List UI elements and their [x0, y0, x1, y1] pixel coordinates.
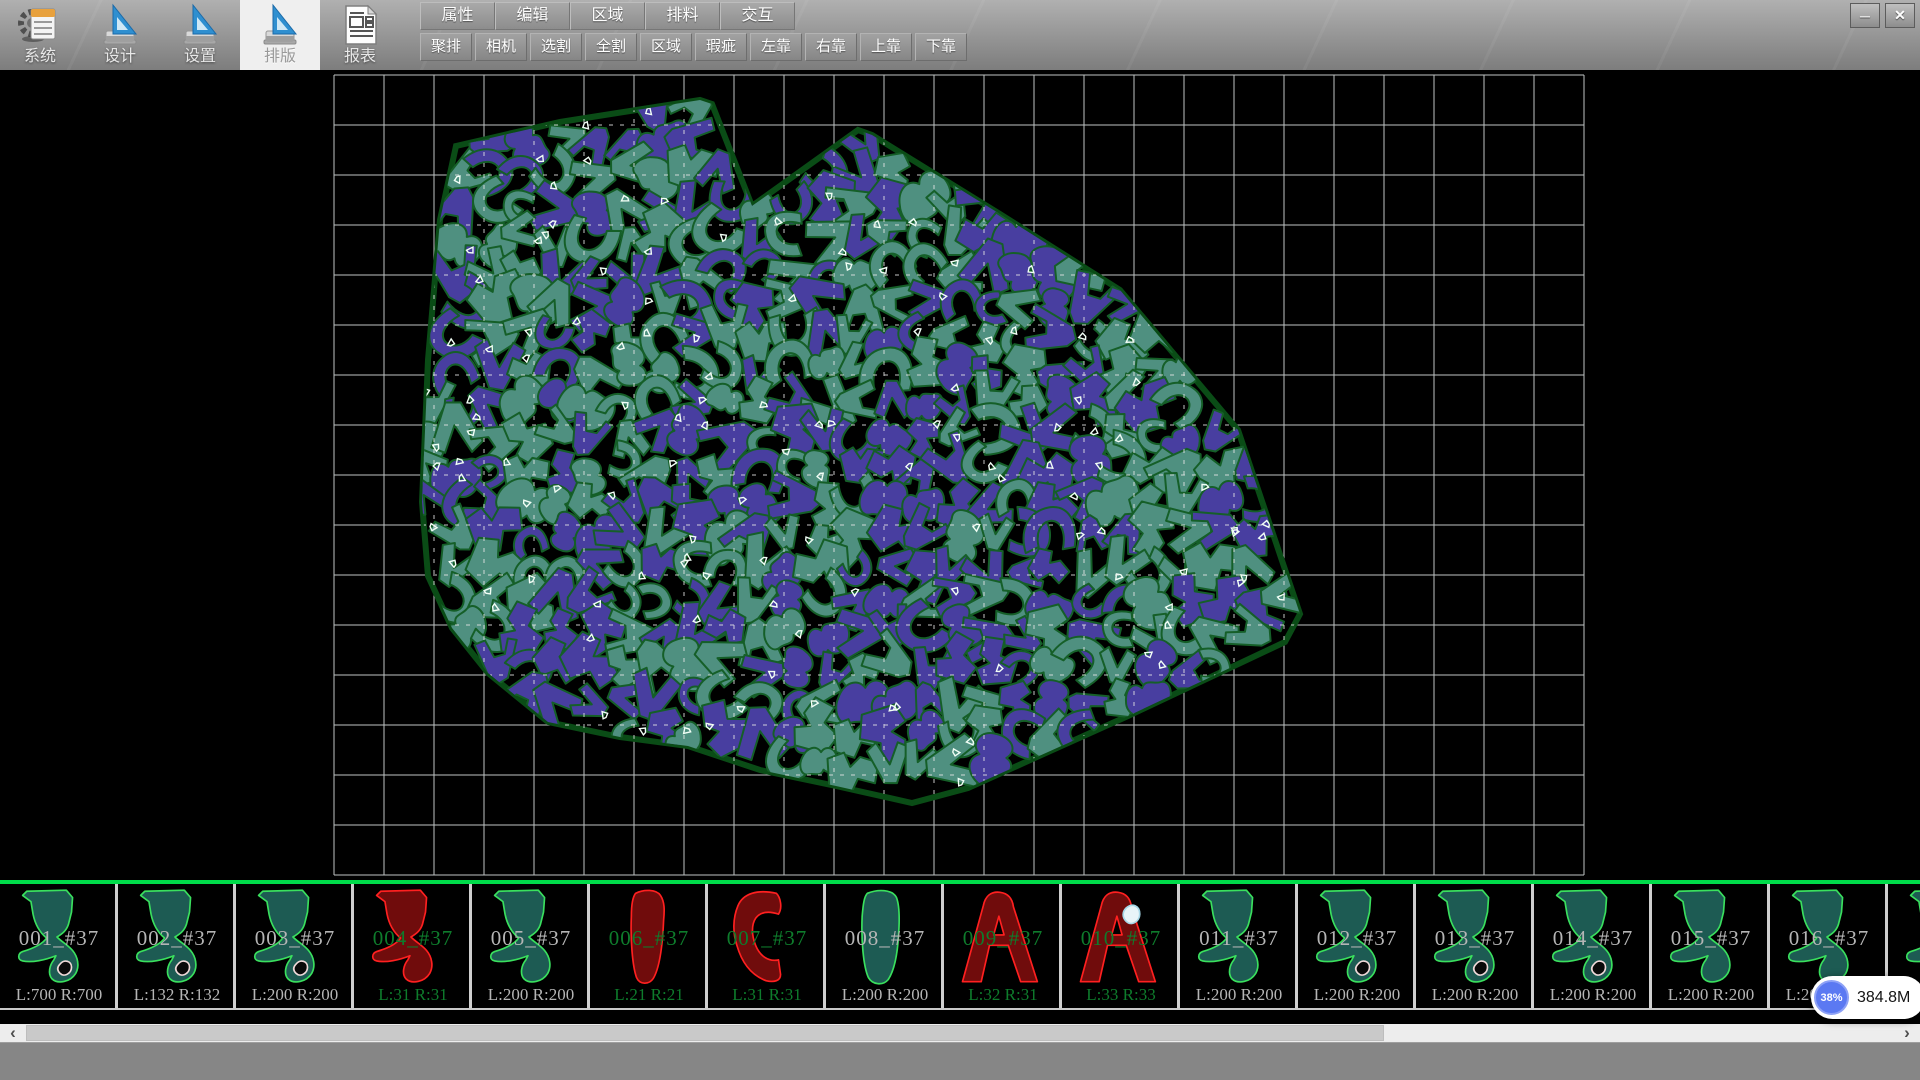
piece-lr-count: L:200 R:200 — [826, 985, 944, 1005]
horizontal-scrollbar[interactable]: ‹ › — [0, 1024, 1920, 1042]
menu-properties[interactable]: 属性 — [420, 2, 495, 30]
design-icon — [97, 3, 143, 47]
piece-lr-count: L:200 R:200 — [1416, 985, 1534, 1005]
piece-name: 011_#37 — [1180, 926, 1298, 951]
progress-circle: 38% — [1814, 980, 1849, 1015]
piece-name: 0 — [1888, 926, 1920, 951]
piece-thumbnail[interactable]: 003_#37 L:200 R:200 — [236, 884, 354, 1008]
menu-area: 属性编辑区域排料交互 聚排相机选割全割区域瑕疵左靠右靠上靠下靠 — [420, 0, 967, 61]
action-region[interactable]: 区域 — [640, 33, 692, 61]
piece-thumbnail-strip: 001_#37L:700 R:700002_#37L:132 R:132003_… — [0, 880, 1920, 1010]
piece-thumbnail[interactable]: 010_#37 L:33 R:33 — [1062, 884, 1180, 1008]
action-cut-selected[interactable]: 选割 — [530, 33, 582, 61]
main-tab-bar: 系统 设计 设置 排版 报表 — [0, 0, 400, 70]
settings-icon — [177, 3, 223, 47]
piece-lr-count: L:32 R:31 — [944, 985, 1062, 1005]
piece-name: 007_#37 — [708, 926, 826, 951]
tab-label: 报表 — [344, 47, 376, 67]
canvas-svg — [0, 70, 1920, 880]
action-camera[interactable]: 相机 — [475, 33, 527, 61]
piece-thumbnail[interactable]: 007_#37 L:31 R:31 — [708, 884, 826, 1008]
piece-lr-count: L:200 R:200 — [236, 985, 354, 1005]
piece-name: 004_#37 — [354, 926, 472, 951]
action-align-right[interactable]: 右靠 — [805, 33, 857, 61]
action-align-top[interactable]: 上靠 — [860, 33, 912, 61]
action-defect[interactable]: 瑕疵 — [695, 33, 747, 61]
piece-lr-count: L:200 R:200 — [1298, 985, 1416, 1005]
action-align-left[interactable]: 左靠 — [750, 33, 802, 61]
piece-thumbnail[interactable]: 006_#37 L:21 R:21 — [590, 884, 708, 1008]
piece-lr-count: L:33 R:33 — [1062, 985, 1180, 1005]
piece-thumbnail[interactable]: 005_#37 L:200 R:200 — [472, 884, 590, 1008]
tab-label: 排版 — [264, 47, 296, 67]
memory-usage-overlay: 38% 384.8M — [1811, 976, 1920, 1019]
piece-name: 008_#37 — [826, 926, 944, 951]
piece-thumbnail[interactable]: 009_#37 L:32 R:31 — [944, 884, 1062, 1008]
piece-lr-count: L:132 R:132 — [118, 985, 236, 1005]
piece-name: 001_#37 — [0, 926, 118, 951]
piece-thumbnail[interactable]: 004_#37 L:31 R:31 — [354, 884, 472, 1008]
status-bar — [0, 1042, 1920, 1080]
menu-edit[interactable]: 编辑 — [495, 2, 570, 30]
application-window: 系统设计设置排版报表 属性编辑区域排料交互 聚排相机选割全割区域瑕疵左靠右靠上靠… — [0, 0, 1920, 1080]
action-cluster-nest[interactable]: 聚排 — [420, 33, 472, 61]
piece-thumbnail[interactable]: 012_#37 L:200 R:200 — [1298, 884, 1416, 1008]
memory-value: 384.8M — [1857, 989, 1910, 1007]
tab-label: 设置 — [184, 47, 216, 67]
piece-thumbnail[interactable]: 002_#37 L:132 R:132 — [118, 884, 236, 1008]
piece-name: 013_#37 — [1416, 926, 1534, 951]
tab-nesting[interactable]: 排版 — [240, 0, 320, 70]
tab-design[interactable]: 设计 — [80, 0, 160, 70]
toolbar: 系统设计设置排版报表 属性编辑区域排料交互 聚排相机选割全割区域瑕疵左靠右靠上靠… — [0, 0, 1920, 70]
piece-lr-count: L:31 R:31 — [708, 985, 826, 1005]
scroll-right-arrow[interactable]: › — [1894, 1024, 1920, 1042]
piece-name: 015_#37 — [1652, 926, 1770, 951]
piece-name: 014_#37 — [1534, 926, 1652, 951]
piece-thumbnail[interactable]: 013_#37 L:200 R:200 — [1416, 884, 1534, 1008]
piece-name: 003_#37 — [236, 926, 354, 951]
piece-name: 012_#37 — [1298, 926, 1416, 951]
menu-interactive[interactable]: 交互 — [720, 2, 795, 30]
piece-lr-count: L:31 R:31 — [354, 985, 472, 1005]
scroll-left-arrow[interactable]: ‹ — [0, 1024, 26, 1042]
menu-tab-row: 属性编辑区域排料交互 — [420, 2, 967, 30]
action-align-bottom[interactable]: 下靠 — [915, 33, 967, 61]
piece-name: 002_#37 — [118, 926, 236, 951]
action-button-row: 聚排相机选割全割区域瑕疵左靠右靠上靠下靠 — [420, 33, 967, 61]
action-cut-all[interactable]: 全割 — [585, 33, 637, 61]
tab-settings[interactable]: 设置 — [160, 0, 240, 70]
piece-lr-count: L:200 R:200 — [1652, 985, 1770, 1005]
piece-thumbnail[interactable]: 015_#37 L:200 R:200 — [1652, 884, 1770, 1008]
piece-thumbnail[interactable]: 008_#37 L:200 R:200 — [826, 884, 944, 1008]
piece-lr-count: L:200 R:200 — [472, 985, 590, 1005]
close-button[interactable]: ✕ — [1885, 3, 1915, 28]
piece-name: 009_#37 — [944, 926, 1062, 951]
piece-name: 016_#37 — [1770, 926, 1888, 951]
piece-lr-count: L:21 R:21 — [590, 985, 708, 1005]
nesting-icon — [257, 3, 303, 47]
piece-name: 010_#37 — [1062, 926, 1180, 951]
piece-thumbnail[interactable]: 001_#37 L:700 R:700 — [0, 884, 118, 1008]
window-controls: ─ ✕ — [1850, 3, 1915, 28]
piece-lr-count: L:200 R:200 — [1180, 985, 1298, 1005]
system-icon — [17, 3, 63, 47]
tab-label: 设计 — [104, 47, 136, 67]
piece-thumbnail[interactable]: 014_#37 L:200 R:200 — [1534, 884, 1652, 1008]
tab-report[interactable]: 报表 — [320, 0, 400, 70]
piece-lr-count: L:700 R:700 — [0, 985, 118, 1005]
minimize-button[interactable]: ─ — [1850, 3, 1880, 28]
piece-name: 006_#37 — [590, 926, 708, 951]
tab-label: 系统 — [24, 47, 56, 67]
tab-system[interactable]: 系统 — [0, 0, 80, 70]
menu-region[interactable]: 区域 — [570, 2, 645, 30]
menu-nesting[interactable]: 排料 — [645, 2, 720, 30]
scrollbar-thumb[interactable] — [26, 1025, 1384, 1041]
report-icon — [337, 3, 383, 47]
piece-lr-count: L:200 R:200 — [1534, 985, 1652, 1005]
piece-name: 005_#37 — [472, 926, 590, 951]
nesting-canvas[interactable] — [0, 70, 1920, 880]
piece-thumbnail[interactable]: 011_#37 L:200 R:200 — [1180, 884, 1298, 1008]
